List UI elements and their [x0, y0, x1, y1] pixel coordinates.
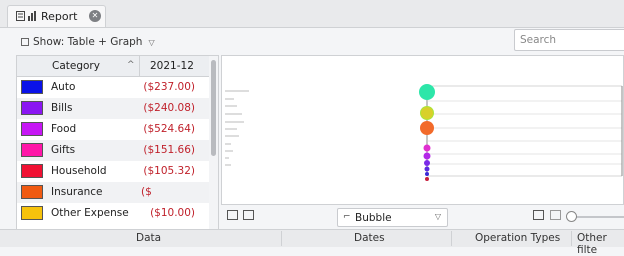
color-swatch[interactable]: [21, 101, 43, 115]
table-header: Category ^ 2021-12: [17, 56, 209, 77]
bubble[interactable]: [425, 172, 429, 176]
table-row[interactable]: Other Expense ($10.00): [17, 203, 209, 224]
show-label: Show: Table + Graph: [33, 36, 143, 48]
slider-knob[interactable]: [566, 211, 577, 222]
bubble-graph: [221, 55, 624, 205]
tab-data[interactable]: Data: [136, 232, 161, 244]
bubble[interactable]: [420, 121, 434, 135]
table-row[interactable]: Insurance ($: [17, 182, 209, 203]
column-header-category[interactable]: Category ^: [17, 56, 140, 76]
column-header-period[interactable]: 2021-12: [140, 56, 209, 76]
copy-icon[interactable]: [243, 210, 254, 220]
color-swatch[interactable]: [21, 206, 43, 220]
view-icon: [21, 38, 29, 46]
show-dropdown[interactable]: Show: Table + Graph ▽: [21, 36, 155, 48]
bubble[interactable]: [421, 107, 433, 119]
zoom-slider[interactable]: [566, 211, 624, 223]
graph-canvas: [225, 84, 623, 181]
table-scrollbar[interactable]: [209, 56, 218, 230]
tab-bar: Report ✕: [0, 0, 624, 28]
bubble[interactable]: [425, 177, 429, 181]
color-swatch[interactable]: [21, 122, 43, 136]
tab-report[interactable]: Report ✕: [7, 5, 106, 27]
bubble[interactable]: [419, 84, 435, 100]
close-icon[interactable]: ✕: [89, 10, 101, 22]
bubble[interactable]: [423, 152, 431, 160]
color-swatch[interactable]: [21, 164, 43, 178]
search-placeholder: Search: [520, 34, 557, 46]
print-icon[interactable]: [227, 210, 238, 220]
bubble[interactable]: [423, 144, 431, 152]
color-swatch[interactable]: [21, 80, 43, 94]
sort-ascending-icon: ^: [127, 60, 135, 70]
chevron-down-icon: ▽: [148, 38, 155, 47]
table-row[interactable]: Household ($105.32): [17, 161, 209, 182]
zoom-reset-icon[interactable]: [550, 210, 561, 220]
bubble[interactable]: [424, 166, 430, 172]
chart-icon: ⌐: [343, 212, 351, 222]
table-row[interactable]: Gifts ($151.66): [17, 140, 209, 161]
category-table: Category ^ 2021-12 Auto ($237.00) Bills …: [16, 55, 219, 231]
tab-label: Report: [41, 10, 78, 23]
scrollbar-thumb[interactable]: [211, 60, 216, 156]
bubble[interactable]: [424, 160, 430, 166]
tab-dates[interactable]: Dates: [354, 232, 385, 244]
tab-operation-types[interactable]: Operation Types: [475, 232, 560, 244]
table-row[interactable]: Bills ($240.08): [17, 98, 209, 119]
chevron-down-icon: ▽: [434, 212, 441, 221]
color-swatch[interactable]: [21, 185, 43, 199]
table-row[interactable]: Auto ($237.00): [17, 77, 209, 98]
bottom-tab-bar: Data Dates Operation Types Other filte: [0, 229, 624, 256]
table-row[interactable]: Food ($524.64): [17, 119, 209, 140]
zoom-fit-icon[interactable]: [533, 210, 544, 220]
search-input[interactable]: Search: [514, 29, 624, 51]
report-icon: [16, 11, 36, 21]
chart-type-select[interactable]: ⌐ Bubble ▽: [337, 208, 448, 227]
tab-other-filters[interactable]: Other filte: [577, 232, 624, 256]
color-swatch[interactable]: [21, 143, 43, 157]
